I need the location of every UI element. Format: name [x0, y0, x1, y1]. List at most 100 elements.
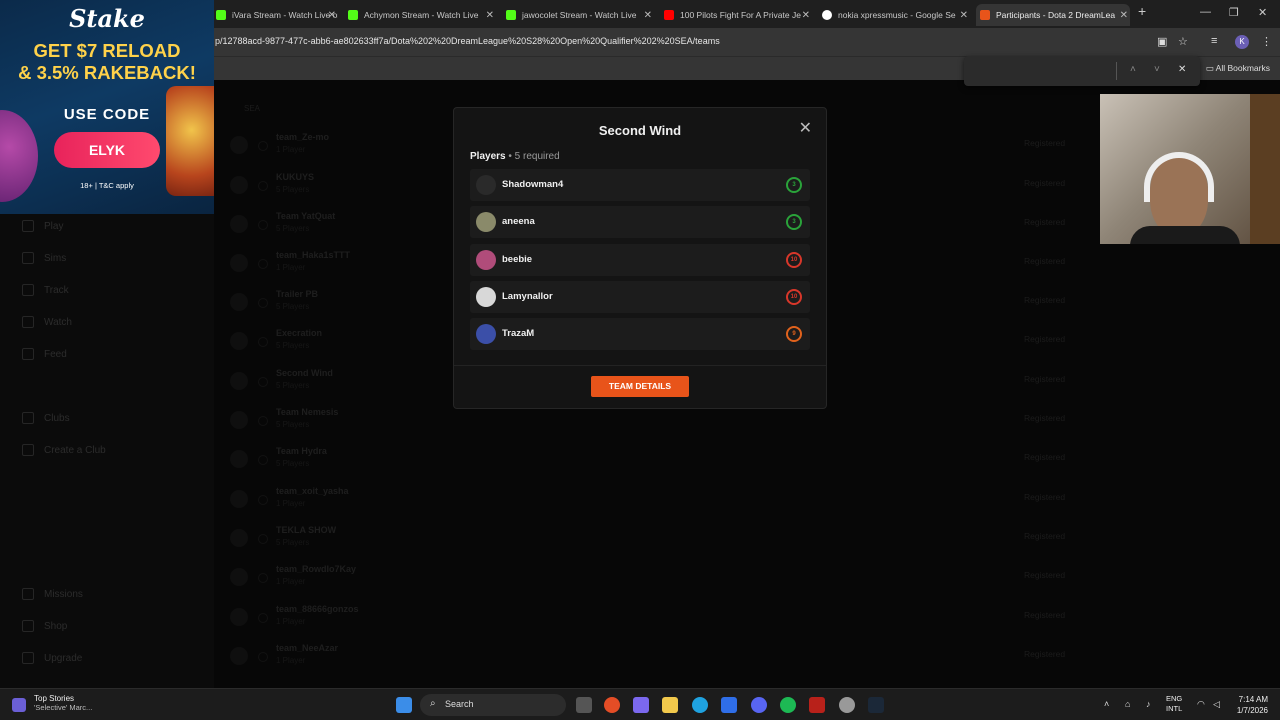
install-app-icon[interactable]: ▣ [1157, 35, 1167, 48]
spotify-icon[interactable] [780, 697, 796, 713]
windows-start-icon[interactable] [396, 697, 412, 713]
news-subtitle: 'Selective' Marc... [34, 703, 93, 712]
close-icon[interactable]: ✕ [644, 10, 652, 21]
headphones-graphic [1144, 152, 1214, 202]
clubs-icon [22, 412, 34, 424]
lang-layout: INTL [1166, 704, 1183, 713]
sidebar-item-missions[interactable]: Missions [22, 588, 83, 600]
copilot-icon[interactable] [633, 697, 649, 713]
sidebar-item-label: Clubs [44, 412, 70, 424]
search-icon: ⌕ [430, 698, 436, 709]
ad-headline-line-1: GET $7 RELOAD [33, 40, 181, 61]
watch-icon [22, 316, 34, 328]
volume-icon[interactable]: ◁ [1213, 699, 1220, 710]
new-tab-button[interactable]: + [1138, 3, 1146, 19]
close-icon[interactable]: ✕ [328, 10, 336, 21]
sidebar-item-create-club[interactable]: Create a Club [22, 444, 106, 456]
rank-badge: 10 [786, 252, 802, 268]
menu-icon[interactable]: ⋮ [1261, 35, 1272, 48]
track-icon [22, 284, 34, 296]
task-view-icon[interactable] [576, 697, 592, 713]
ad-code-button[interactable]: ELYK [54, 132, 160, 168]
steam-icon[interactable] [868, 697, 884, 713]
minimize-button[interactable]: — [1200, 6, 1211, 18]
edge-icon[interactable] [692, 697, 708, 713]
chevron-down-icon[interactable]: ˅ [1154, 64, 1160, 75]
url-field[interactable]: p/12788acd-9877-477c-abb6-ae802633ff7a/D… [215, 36, 720, 46]
divider [454, 365, 826, 366]
sidebar-item-label: Track [44, 284, 69, 296]
network-icon[interactable]: ⌂ [1125, 699, 1130, 709]
kick-icon [216, 10, 226, 20]
webcam-overlay [1100, 94, 1280, 244]
tab-4[interactable]: 100 Pilots Fight For A Private Je ✕ [660, 4, 812, 26]
avatar [476, 212, 496, 232]
tab-label: Achymon Stream - Watch Live [364, 10, 479, 20]
tab-label: Participants - Dota 2 DreamLea [996, 10, 1116, 20]
sidebar-item-upgrade[interactable]: Upgrade [22, 652, 82, 664]
close-icon[interactable]: ✕ [1120, 10, 1128, 21]
slot-wheel-graphic [166, 86, 214, 196]
close-icon[interactable]: ✕ [1178, 64, 1186, 75]
bookmark-star-icon[interactable]: ☆ [1178, 35, 1188, 48]
sidebar-item-shop[interactable]: Shop [22, 620, 67, 632]
microphone-icon[interactable]: ♪ [1146, 699, 1151, 709]
app-icon[interactable] [839, 697, 855, 713]
close-icon[interactable]: ✕ [802, 10, 810, 21]
upgrade-icon [22, 652, 34, 664]
wifi-icon[interactable]: ◠ [1197, 699, 1205, 710]
reading-list-icon[interactable]: ≡ [1211, 35, 1217, 47]
chevron-up-icon[interactable]: ˄ [1130, 64, 1136, 75]
sidebar-item-track[interactable]: Track [22, 284, 69, 296]
player-row[interactable]: Lamynallor 10 [470, 281, 810, 313]
rank-badge: 3 [786, 177, 802, 193]
ad-overlay[interactable]: Stake GET $7 RELOAD & 3.5% RAKEBACK! USE… [0, 0, 214, 214]
player-row[interactable]: Shadowman4 3 [470, 169, 810, 201]
clock[interactable]: 7:14 AM 1/7/2026 [1237, 694, 1268, 716]
clock-date: 1/7/2026 [1236, 706, 1268, 715]
sidebar-item-label: Feed [44, 348, 67, 360]
shelf-graphic [1250, 94, 1280, 244]
sidebar-item-sims[interactable]: Sims [22, 252, 66, 264]
close-icon[interactable]: ✕ [799, 121, 812, 137]
discord-icon[interactable] [751, 697, 767, 713]
team-details-button[interactable]: TEAM DETAILS [591, 376, 689, 397]
ad-terms: 18+ | T&C apply [80, 181, 134, 190]
player-row[interactable]: TrazaM 9 [470, 318, 810, 350]
dota-icon[interactable] [809, 697, 825, 713]
news-widget[interactable]: Top Stories 'Selective' Marc... [12, 694, 92, 712]
search-label: Search [445, 699, 474, 709]
sidebar-item-feed[interactable]: Feed [22, 348, 67, 360]
ad-headline: GET $7 RELOAD & 3.5% RAKEBACK! [0, 40, 214, 84]
ad-brand: Stake [69, 4, 145, 33]
missions-icon [22, 588, 34, 600]
sidebar-item-play[interactable]: Play [22, 220, 63, 232]
sidebar-item-watch[interactable]: Watch [22, 316, 72, 328]
news-title: Top Stories [34, 694, 75, 703]
player-row[interactable]: beebie 10 [470, 244, 810, 276]
tab-1[interactable]: iVara Stream - Watch Live on ✕ [212, 4, 338, 26]
sidebar-item-label: Upgrade [44, 652, 83, 664]
chrome-icon[interactable] [604, 697, 620, 713]
folder-icon[interactable] [662, 697, 678, 713]
tab-2[interactable]: Achymon Stream - Watch Live ✕ [344, 4, 496, 26]
tab-5[interactable]: nokia xpressmusic - Google Se ✕ [818, 4, 970, 26]
divider [1116, 62, 1117, 80]
player-row[interactable]: aneena 3 [470, 206, 810, 238]
taskbar-search[interactable]: ⌕ Search [420, 694, 566, 716]
sidebar-item-label: Missions [44, 588, 83, 600]
sidebar-item-clubs[interactable]: Clubs [22, 412, 70, 424]
tab-6-active[interactable]: Participants - Dota 2 DreamLea ✕ [976, 4, 1130, 26]
rank-badge: 3 [786, 214, 802, 230]
all-bookmarks-button[interactable]: ▭ All Bookmarks [1206, 63, 1270, 74]
profile-avatar[interactable]: K [1235, 35, 1249, 49]
maximize-button[interactable]: ❐ [1229, 6, 1239, 19]
close-icon[interactable]: ✕ [960, 10, 968, 21]
close-icon[interactable]: ✕ [486, 10, 494, 21]
window-close-button[interactable]: ✕ [1258, 6, 1267, 19]
chevron-up-icon[interactable]: ˄ [1104, 699, 1109, 709]
store-icon[interactable] [721, 697, 737, 713]
sidebar-item-label: Sims [44, 252, 67, 264]
tab-3[interactable]: jawocolet Stream - Watch Live ✕ [502, 4, 654, 26]
language-indicator[interactable]: ENG INTL [1166, 694, 1182, 714]
